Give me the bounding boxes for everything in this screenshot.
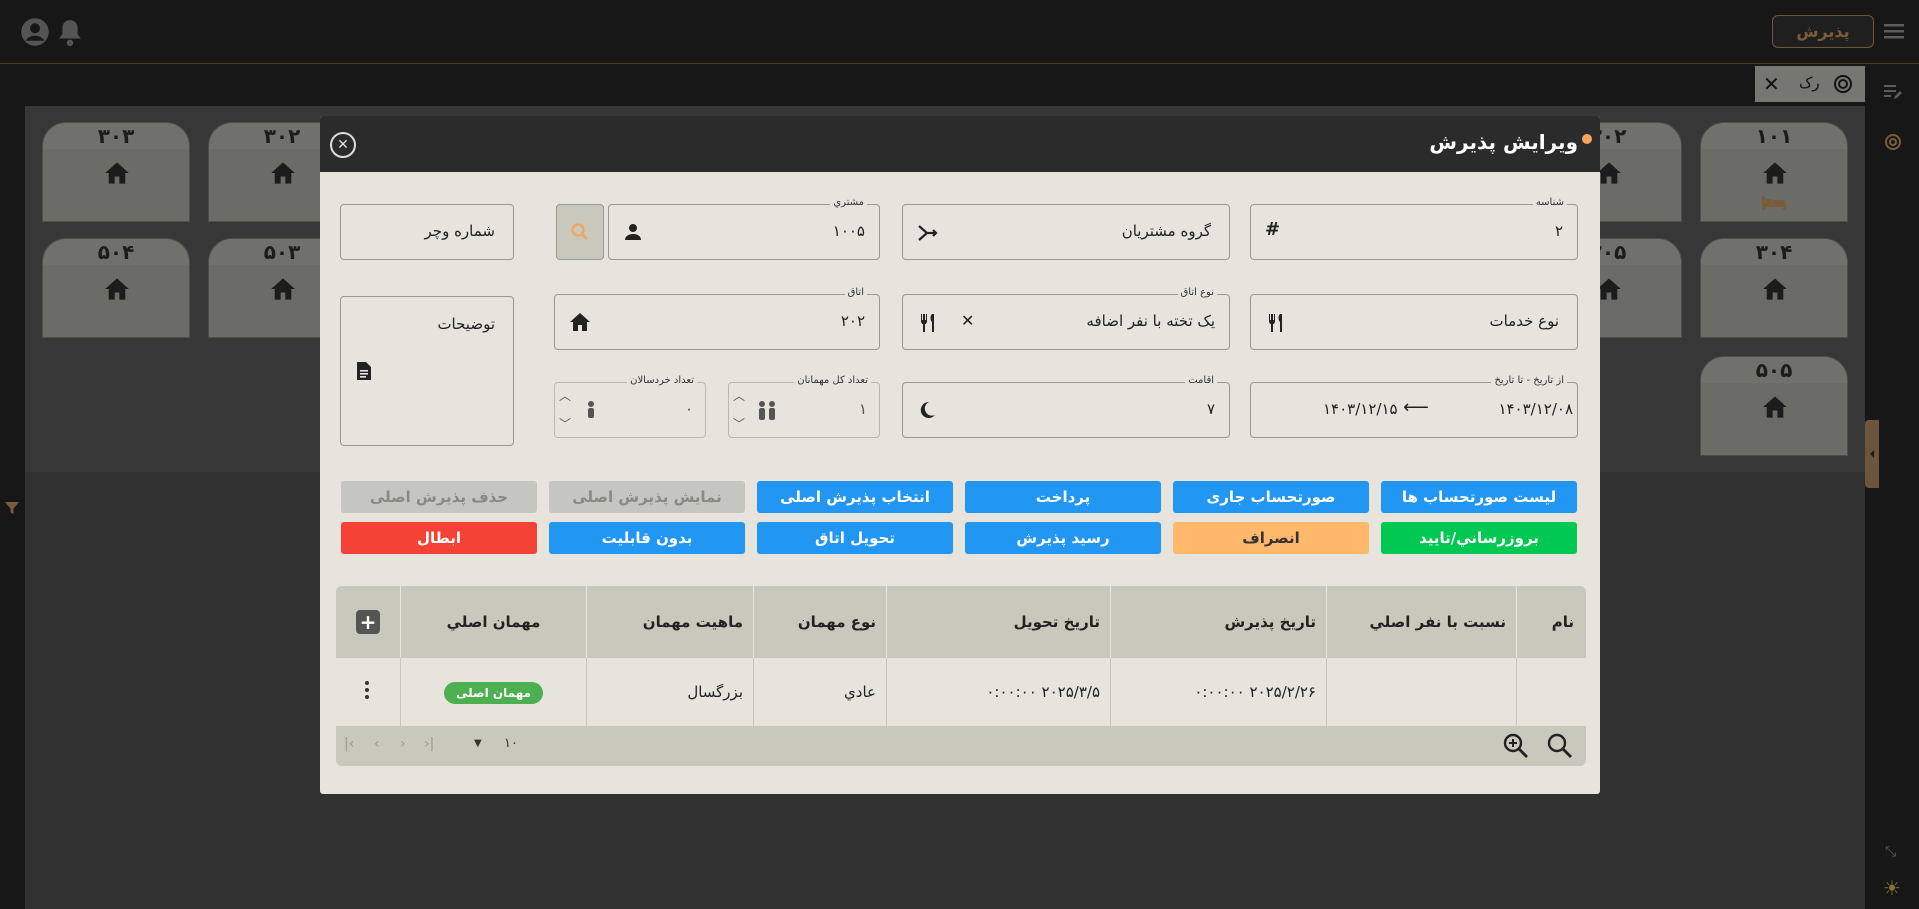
customer-group-field[interactable]: گروه مشتریان: [902, 204, 1230, 260]
customer-label: مشتري: [830, 197, 867, 208]
room-type-value: یک تخته با نفر اضافه: [1086, 312, 1215, 330]
update-confirm-button[interactable]: بروزرساني/تایید: [1381, 522, 1577, 554]
date-range-label: از تاریخ - تا تاریخ: [1491, 375, 1567, 386]
date-to-value: ۱۴۰۳/۱۲/۱۵: [1323, 400, 1398, 418]
cell-name: [1516, 658, 1586, 726]
invoice-list-button[interactable]: لیست صورتحساب ها: [1381, 481, 1577, 513]
children-value: ۰: [684, 400, 693, 418]
modal-title: ویرایش پذیرش: [1429, 130, 1578, 154]
cell-guest-nature: بزرگسال: [586, 658, 753, 726]
payment-button[interactable]: پرداخت: [965, 481, 1161, 513]
last-page-icon[interactable]: ›|: [424, 736, 434, 752]
close-modal-button[interactable]: ✕: [330, 132, 356, 158]
cancel-button[interactable]: انصراف: [1173, 522, 1369, 554]
guests-table: نام نسبت با نفر اصلي تاریخ پذیرش تاریخ ت…: [336, 586, 1586, 766]
no-capability-button[interactable]: بدون قابلیت: [549, 522, 745, 554]
stepper-up-icon[interactable]: ︿: [559, 387, 571, 404]
notes-placeholder: توضیحات: [437, 315, 495, 333]
current-invoice-button[interactable]: صورتحساب جاری: [1173, 481, 1369, 513]
voucher-placeholder: شماره وچر: [424, 222, 495, 240]
id-value: ۲: [1554, 222, 1563, 240]
modal-header: ✕ ویرایش پذیرش: [320, 116, 1600, 172]
table-row[interactable]: ۲۰۲۵/۲/۲۶ ۰:۰۰:۰۰ ۲۰۲۵/۳/۵ ۰:۰۰:۰۰ عادي …: [336, 658, 1586, 726]
children-label: تعداد خردسالان: [627, 375, 697, 386]
person-icon: [623, 222, 643, 246]
total-guests-label: تعداد کل مهمانان: [794, 375, 871, 386]
reception-receipt-button[interactable]: رسید پذیرش: [965, 522, 1161, 554]
delete-main-reception-button[interactable]: حذف پذیرش اصلی: [341, 481, 537, 513]
customer-group-placeholder: گروه مشتریان: [1121, 222, 1211, 240]
main-guest-badge: مهمان اصلی: [443, 682, 544, 704]
people-icon: [755, 400, 779, 426]
customer-search-button[interactable]: [556, 204, 604, 260]
child-icon: [585, 400, 597, 424]
page-size-value[interactable]: ۱۰: [504, 736, 518, 751]
col-name[interactable]: نام: [1516, 586, 1586, 658]
prev-page-icon[interactable]: ‹: [374, 736, 380, 752]
utensils-icon: [1265, 312, 1287, 338]
room-label: اتاق: [844, 287, 867, 298]
children-field[interactable]: تعداد خردسالان ۰ ︿ ﹀: [554, 375, 706, 438]
home-icon: [569, 312, 591, 336]
stay-field[interactable]: اقامت ۷: [902, 375, 1230, 438]
search-icon[interactable]: [1546, 732, 1574, 764]
notes-field[interactable]: توضیحات: [340, 296, 514, 446]
room-delivery-button[interactable]: تحویل اتاق: [757, 522, 953, 554]
stepper-down-icon[interactable]: ﹀: [733, 415, 745, 432]
stepper-down-icon[interactable]: ﹀: [559, 415, 571, 432]
void-button[interactable]: ابطال: [341, 522, 537, 554]
col-relation[interactable]: نسبت با نفر اصلي: [1326, 586, 1516, 658]
page-size-dropdown-icon[interactable]: ▼: [474, 738, 482, 749]
room-type-label: نوع اتاق: [1177, 287, 1217, 298]
col-guest-type[interactable]: نوع مهمان: [753, 586, 886, 658]
arrow-left-icon: ⟵: [1403, 397, 1429, 418]
table-footer: |‹ ‹ › ›| ▼ ۱۰: [336, 726, 1586, 766]
col-checkout[interactable]: تاریخ تحویل: [886, 586, 1110, 658]
col-guest-nature[interactable]: ماهیت مهمان: [586, 586, 753, 658]
id-field[interactable]: شناسه ۲ #: [1250, 197, 1578, 260]
service-type-field[interactable]: نوع خدمات: [1250, 294, 1578, 350]
search-icon: [571, 223, 588, 240]
total-guests-value: ۱: [858, 400, 867, 418]
select-main-reception-button[interactable]: انتخاب پذیرش اصلی: [757, 481, 953, 513]
cell-checkout: ۲۰۲۵/۳/۵ ۰:۰۰:۰۰: [886, 658, 1110, 726]
hash-icon: #: [1265, 219, 1281, 240]
next-page-icon[interactable]: ›: [400, 736, 406, 752]
edit-reception-modal: ✕ ویرایش پذیرش شناسه ۲ # گروه مشتریان مش…: [320, 116, 1600, 794]
service-type-placeholder: نوع خدمات: [1489, 312, 1559, 330]
cell-relation: [1326, 658, 1516, 726]
utensils-icon: [917, 312, 939, 338]
first-page-icon[interactable]: |‹: [344, 736, 354, 752]
moon-icon: [917, 400, 937, 424]
date-from-value: ۱۴۰۳/۱۲/۰۸: [1498, 400, 1573, 418]
voucher-field[interactable]: شماره وچر: [340, 204, 514, 260]
customer-value: ۱۰۰۵: [832, 222, 865, 240]
total-guests-field[interactable]: تعداد کل مهمانان ۱ ︿ ﹀: [728, 375, 880, 438]
room-field[interactable]: اتاق ۲۰۲: [554, 287, 880, 350]
clear-icon[interactable]: ✕: [961, 311, 974, 330]
table-header: نام نسبت با نفر اصلي تاریخ پذیرش تاریخ ت…: [336, 586, 1586, 658]
merge-icon: [917, 222, 939, 248]
col-main-guest[interactable]: مهمان اصلي: [400, 586, 586, 658]
status-dot: [1582, 134, 1592, 144]
cell-checkin: ۲۰۲۵/۲/۲۶ ۰:۰۰:۰۰: [1110, 658, 1326, 726]
room-type-field[interactable]: نوع اتاق یک تخته با نفر اضافه ✕: [902, 287, 1230, 350]
add-row-button[interactable]: +: [356, 610, 380, 634]
cell-guest-type: عادي: [753, 658, 886, 726]
room-value: ۲۰۲: [840, 312, 865, 330]
id-label: شناسه: [1532, 197, 1567, 208]
date-range-field[interactable]: از تاریخ - تا تاریخ ۱۴۰۳/۱۲/۰۸ ⟵ ۱۴۰۳/۱۲…: [1250, 375, 1578, 438]
col-checkin[interactable]: تاریخ پذیرش: [1110, 586, 1326, 658]
document-icon: [355, 361, 373, 385]
stay-label: اقامت: [1185, 375, 1217, 386]
stay-value: ۷: [1206, 400, 1215, 418]
cell-main-guest: مهمان اصلی: [400, 658, 586, 726]
zoom-search-icon[interactable]: [1502, 732, 1530, 764]
row-menu-icon[interactable]: [364, 680, 372, 704]
show-main-reception-button[interactable]: نمایش پذیرش اصلی: [549, 481, 745, 513]
stepper-up-icon[interactable]: ︿: [733, 387, 745, 404]
customer-field[interactable]: مشتري ۱۰۰۵: [608, 197, 880, 260]
